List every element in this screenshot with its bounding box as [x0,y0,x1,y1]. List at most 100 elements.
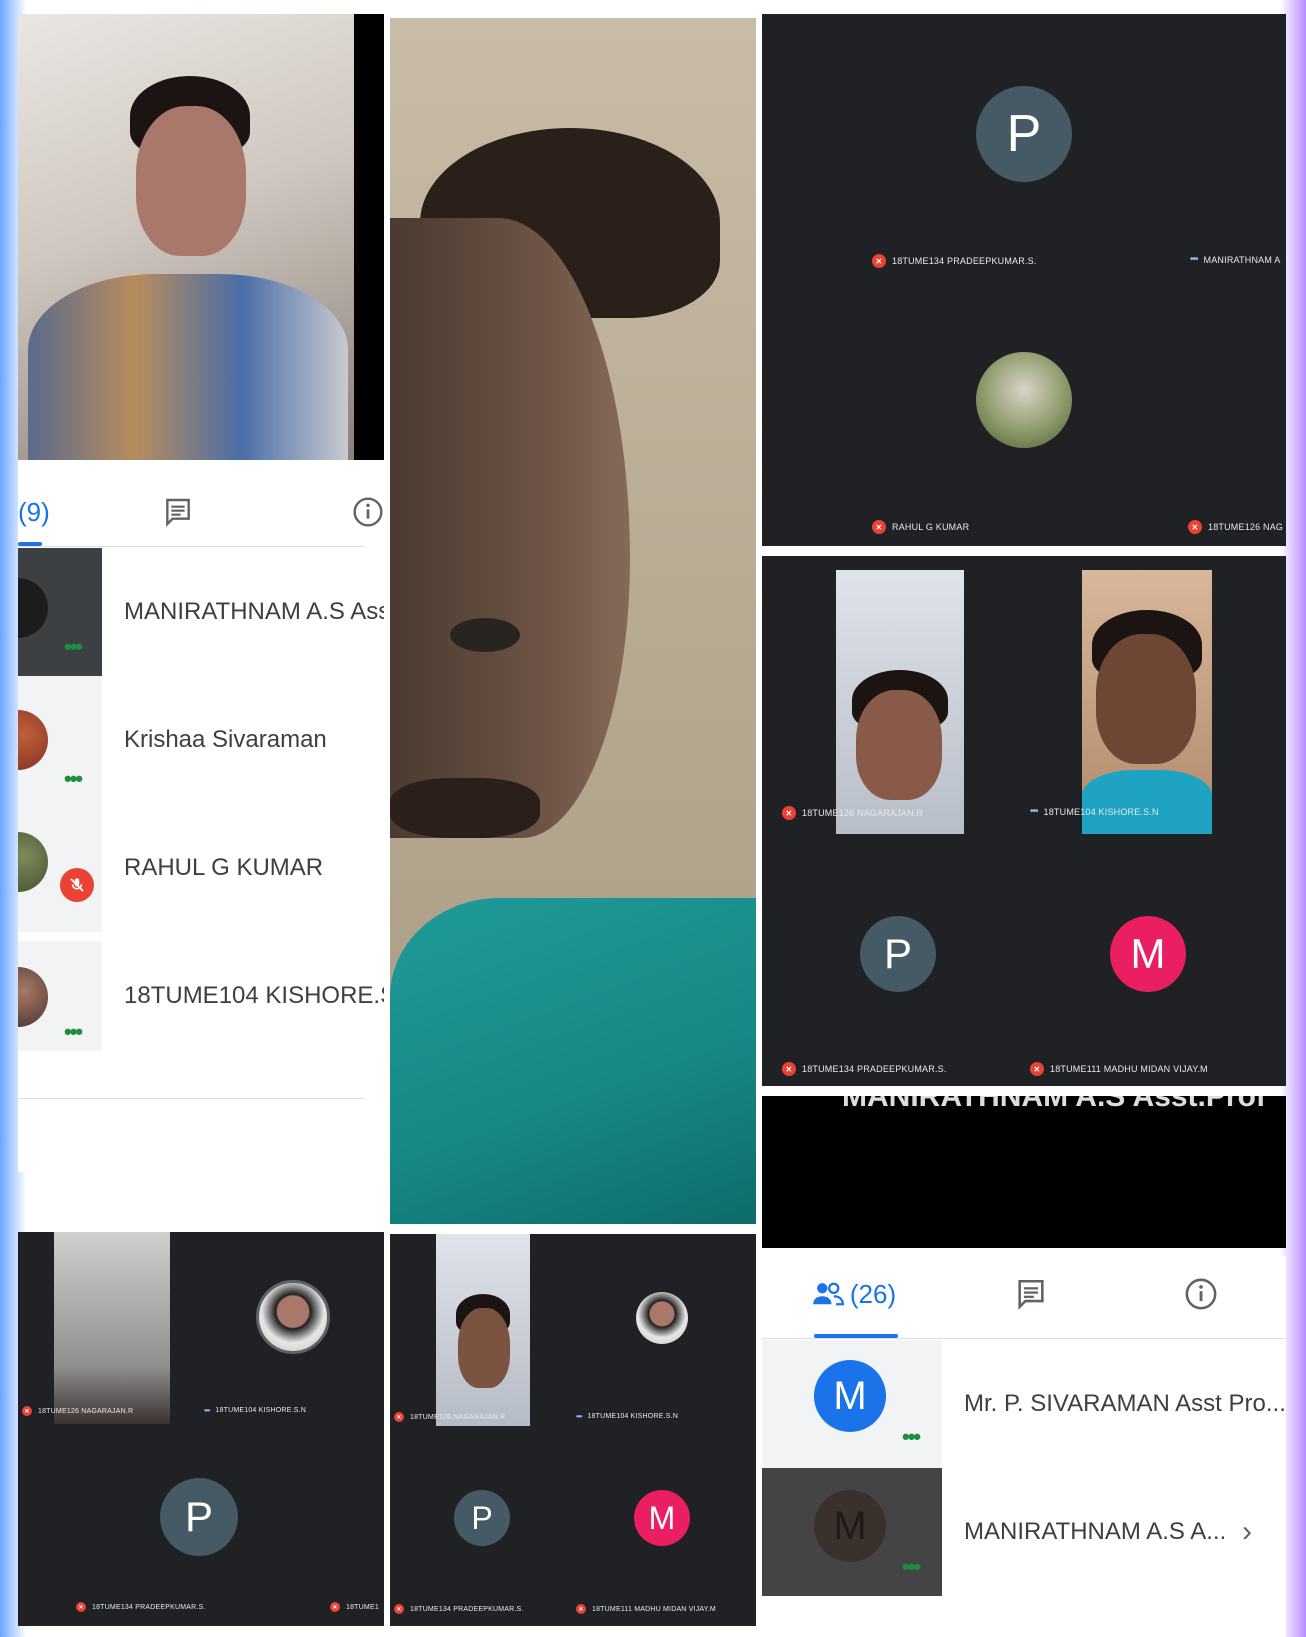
participant-label: ••• MANIRATHNAM A [1190,254,1281,265]
banner-name: MANIRATHNAM A.S Asst.Prof [842,1096,1266,1113]
participant-video [436,1234,530,1426]
participant-video [1082,570,1212,834]
participant-count: (26) [849,1278,897,1309]
participant-thumb [18,804,102,932]
speaking-indicator-icon: ••• [902,1424,921,1449]
chat-icon [1018,1279,1044,1310]
meet-grid-top-right: P ✕ 18TUME134 PRADEEPKUMAR.S. ••• MANIRA… [762,14,1286,546]
video-letterbox [354,14,384,460]
mic-off-icon: ✕ [576,1604,586,1614]
participant-label: ✕ 18TUME126 NAGARAJAN.R [394,1412,505,1422]
chevron-right-icon[interactable]: › [1242,1515,1252,1549]
speaking-indicator-icon: ••• [1190,254,1198,265]
speaking-indicator-icon: ••• [64,634,83,659]
speaking-indicator-icon: ••• [204,1406,210,1415]
participant-label: ✕ 18TUME1 [330,1602,379,1612]
participant-row[interactable]: M ••• MANIRATHNAM A.S A... › [762,1468,1286,1596]
tab-people[interactable]: (9) [18,482,78,542]
tab-chat[interactable] [78,482,278,542]
avatar-photo [256,1280,330,1354]
mic-off-icon: ✕ [872,254,886,268]
participant-thumb: M ••• [762,1468,942,1596]
eye [450,618,520,652]
tab-chat[interactable] [946,1264,1116,1324]
tab-info[interactable] [278,482,384,542]
mic-off-icon [60,868,94,902]
participant-name: MANIRATHNAM A.S A... [964,1518,1224,1545]
participant-row[interactable]: ••• MANIRATHNAM A.S Asst.P [18,548,384,676]
participant-thumb: ••• [18,676,102,804]
speaking-indicator-icon: ••• [64,1019,83,1044]
participant-label: ✕ 18TUME111 MADHU MIDAN VIJAY.M [576,1604,716,1614]
mic-off-icon: ✕ [394,1604,404,1614]
participant-row[interactable]: RAHUL G KUMAR [18,804,384,932]
speaking-indicator-icon: ••• [1030,806,1038,817]
participant-name: 18TUME104 KISHORE.S.N [124,982,384,1009]
speaker-banner: MANIRATHNAM A.S Asst.Prof [762,1096,1286,1248]
participant-label: ✕ 18TUME134 PRADEEPKUMAR.S. [394,1604,524,1614]
participant-label: ✕ 18TUME134 PRADEEPKUMAR.S. [76,1602,206,1612]
avatar [18,578,48,638]
panel-tabs: (9) [18,482,384,542]
avatar-letter: P [860,916,936,992]
participant-label: ••• 18TUME104 KISHORE.S.N [1030,806,1159,817]
participant-thumb: ••• [18,548,102,676]
mic-off-icon: ✕ [782,806,796,820]
avatar-photo [976,352,1072,448]
participant-thumb: ••• [18,941,102,1051]
avatar-letter: P [160,1478,238,1556]
meet-grid-right-middle: ✕ 18TUME126 NAGARAJAN.R ••• 18TUME104 KI… [762,556,1286,1086]
participant-name: MANIRATHNAM A.S Asst.P [124,598,384,625]
participant-count: (9) [18,496,50,527]
participant-video [836,570,964,834]
avatar-letter: P [454,1490,510,1546]
avatar-letter: M [814,1490,886,1562]
avatar-letter: M [1110,916,1186,992]
people-icon [813,1282,844,1306]
tab-divider [762,1338,1286,1339]
participant-label: ✕ 18TUME111 MADHU MIDAN VIJAY.M [1030,1062,1208,1076]
participant-label: ••• 18TUME104 KISHORE.S.N [576,1412,678,1421]
avatar-letter: M [634,1490,690,1546]
participants-panel-right: (26) M ••• Mr. P. SIVARAMAN Asst Pro... [762,1256,1286,1637]
avatar [18,832,48,892]
participant-label: ✕ RAHUL G KUMAR [872,520,969,534]
list-divider [18,1098,364,1099]
avatar-letter: P [976,86,1072,182]
participant-row[interactable]: ••• 18TUME104 KISHORE.S.N [18,932,384,1060]
mic-off-icon: ✕ [394,1412,404,1422]
participant-label: ✕ 18TUME134 PRADEEPKUMAR.S. [872,254,1037,268]
tab-people[interactable]: (26) [762,1264,946,1324]
participant-row[interactable]: M ••• Mr. P. SIVARAMAN Asst Pro... [762,1340,1286,1468]
participant-video [54,1232,170,1424]
speaking-indicator-icon: ••• [902,1554,921,1579]
participant-thumb: M ••• [762,1340,942,1468]
tab-info[interactable] [1116,1264,1286,1324]
mic-off-icon: ✕ [1030,1062,1044,1076]
participant-name: Krishaa Sivaraman [124,726,327,753]
mic-off-icon: ✕ [1188,520,1202,534]
self-video [18,14,354,460]
tab-divider [18,546,364,547]
main-speaker-video [390,18,756,1224]
participant-label: ✕ 18TUME134 PRADEEPKUMAR.S. [782,1062,947,1076]
mic-off-icon: ✕ [782,1062,796,1076]
avatar [18,967,48,1027]
speaking-indicator-icon: ••• [576,1412,582,1421]
speaking-indicator-icon: ••• [64,766,83,791]
participant-name: RAHUL G KUMAR [124,854,324,881]
mic-off-icon: ✕ [22,1406,32,1416]
avatar [18,710,48,770]
participant-label: ✕ 18TUME126 NAG [1188,520,1283,534]
meet-grid-bottom-middle: ✕ 18TUME126 NAGARAJAN.R ••• 18TUME104 KI… [390,1234,756,1626]
avatar-photo [636,1292,688,1344]
participant-label: ✕ 18TUME126 NAGARAJAN.R [782,806,923,820]
meet-grid-bottom-left: ✕ 18TUME126 NAGARAJAN.R ••• 18TUME104 KI… [18,1232,384,1626]
participant-name: Mr. P. SIVARAMAN Asst Pro... [964,1390,1286,1417]
participant-row[interactable]: ••• Krishaa Sivaraman [18,676,384,804]
participant-label: ••• 18TUME104 KISHORE.S.N [204,1406,306,1415]
info-icon [353,497,383,527]
mic-off-icon: ✕ [330,1602,340,1612]
participants-panel-left: (9) ••• MANIRATHNAM A.S Asst.P [18,14,384,1172]
mustache [390,778,540,838]
